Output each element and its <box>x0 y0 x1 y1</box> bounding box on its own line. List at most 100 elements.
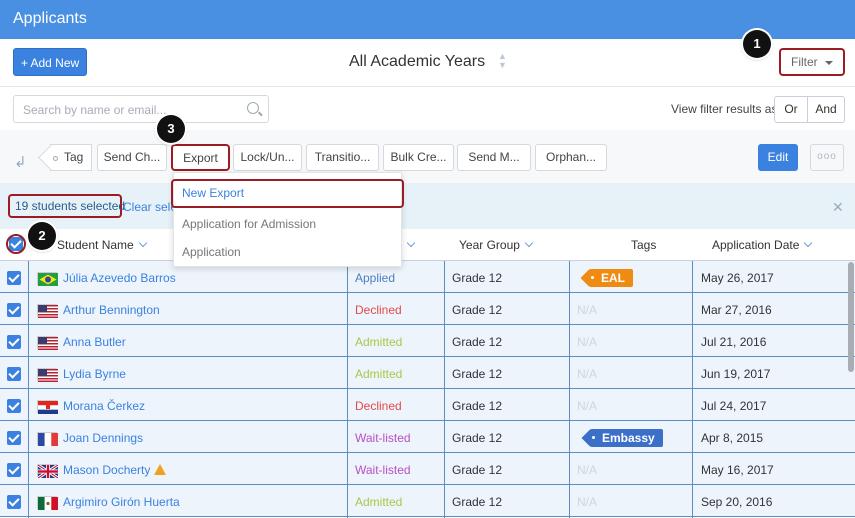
close-icon[interactable]: ✕ <box>832 199 844 216</box>
student-name-link[interactable]: Joan Dennings <box>63 431 143 445</box>
mexico-flag-icon <box>37 496 58 510</box>
application-date-cell: Jul 24, 2017 <box>701 399 767 413</box>
tag-badge-label: EAL <box>601 271 625 285</box>
top-bar: Applicants <box>0 0 855 39</box>
status-cell: Declined <box>355 399 402 413</box>
status-cell: Admitted <box>355 495 403 509</box>
search-placeholder: Search by name or email... <box>23 103 167 117</box>
student-name: Lydia Byrne <box>63 367 126 381</box>
menu-item-new-export[interactable]: New Export <box>171 179 404 208</box>
row-checkbox[interactable] <box>7 271 21 285</box>
selected-count: 19 students selected <box>8 194 125 218</box>
student-name-link[interactable]: Arthur Bennington <box>63 303 160 317</box>
search-input[interactable]: Search by name or email... <box>13 95 269 123</box>
application-date-header-label: Application Date <box>712 238 800 252</box>
tag-hole-icon <box>53 156 58 161</box>
send-message-button[interactable]: Send M... <box>457 144 531 171</box>
year-group-cell: Grade 12 <box>452 463 503 477</box>
column-divider <box>569 261 570 518</box>
filter-label: Filter <box>791 55 818 69</box>
tag-hole-icon <box>592 436 595 439</box>
callout-1: 1 <box>743 30 771 58</box>
status-cell: Wait-listed <box>355 431 411 445</box>
france-flag-icon <box>37 432 58 446</box>
application-date-cell: Mar 27, 2016 <box>701 303 772 317</box>
menu-item-application-for-admission[interactable]: Application for Admission <box>182 217 316 231</box>
student-name-link[interactable]: Anna Butler <box>63 335 126 349</box>
orphan-button[interactable]: Orphan... <box>535 144 607 171</box>
tag-hole-icon <box>591 276 594 279</box>
search-icon <box>247 102 259 114</box>
row-checkbox[interactable] <box>7 303 21 317</box>
page-title: Applicants <box>13 10 87 27</box>
status-cell: Admitted <box>355 335 403 349</box>
send-checklist-button[interactable]: Send Ch... <box>97 144 167 171</box>
more-options-icon[interactable]: ooo <box>810 144 844 171</box>
row-checkbox[interactable] <box>7 463 21 477</box>
tag-empty: N/A <box>577 463 598 477</box>
student-name-link[interactable]: Júlia Azevedo Barros <box>63 271 176 285</box>
application-date-cell: Jul 21, 2016 <box>701 335 767 349</box>
student-name-header-label: Student Name <box>57 238 134 252</box>
usa-flag-icon <box>37 336 58 350</box>
column-header-student-name[interactable]: Student Name <box>57 238 147 252</box>
row-checkbox[interactable] <box>7 335 21 349</box>
transition-button[interactable]: Transitio... <box>306 144 379 171</box>
student-name: Júlia Azevedo Barros <box>63 271 176 285</box>
student-name-link[interactable]: Morana Čerkez <box>63 399 145 413</box>
caret-down-icon <box>825 61 833 65</box>
menu-item-application[interactable]: Application <box>182 245 241 259</box>
chevron-down-icon <box>524 238 534 248</box>
status-cell: Admitted <box>355 367 403 381</box>
chevron-down-icon <box>406 238 416 248</box>
and-toggle[interactable]: And <box>807 96 845 123</box>
application-date-cell: May 16, 2017 <box>701 463 774 477</box>
year-group-cell: Grade 12 <box>452 271 503 285</box>
lock-unlock-button[interactable]: Lock/Un... <box>233 144 302 171</box>
student-name-link[interactable]: Argimiro Girón Huerta <box>63 495 180 509</box>
filter-button[interactable]: Filter <box>779 48 845 76</box>
application-date-cell: Jun 19, 2017 <box>701 367 771 381</box>
academic-years-selector[interactable]: All Academic Years <box>349 53 485 71</box>
up-down-arrows-icon[interactable]: ▲ ▼ <box>498 52 507 70</box>
add-new-button[interactable]: + Add New <box>13 48 87 76</box>
callout-3: 3 <box>157 115 185 143</box>
student-name-link[interactable]: Mason Docherty <box>63 463 167 477</box>
row-checkbox[interactable] <box>7 367 21 381</box>
row-checkbox[interactable] <box>7 495 21 509</box>
export-button[interactable]: Export <box>171 144 230 171</box>
tag-badge-label: Embassy <box>602 431 655 445</box>
student-name: Argimiro Girón Huerta <box>63 495 180 509</box>
application-date-cell: Apr 8, 2015 <box>701 431 764 445</box>
column-header-tags: Tags <box>631 238 657 252</box>
column-header-application-date[interactable]: Application Date <box>712 238 813 252</box>
view-filter-label: View filter results as: <box>671 102 781 116</box>
return-arrow-icon: ↲ <box>14 154 27 171</box>
edit-button[interactable]: Edit <box>758 144 798 171</box>
year-group-cell: Grade 12 <box>452 431 503 445</box>
status-cell: Declined <box>355 303 402 317</box>
tag-badge[interactable]: EAL <box>589 269 633 287</box>
student-name: Arthur Bennington <box>63 303 160 317</box>
year-group-cell: Grade 12 <box>452 495 503 509</box>
or-toggle[interactable]: Or <box>774 96 808 123</box>
status-cell: Wait-listed <box>355 463 411 477</box>
tag-empty: N/A <box>577 399 598 413</box>
warning-icon <box>154 464 167 475</box>
bulk-create-button[interactable]: Bulk Cre... <box>383 144 454 171</box>
student-name-link[interactable]: Lydia Byrne <box>63 367 126 381</box>
select-all-highlight <box>6 234 26 254</box>
usa-flag-icon <box>37 368 58 382</box>
row-checkbox[interactable] <box>7 399 21 413</box>
tag-badge[interactable]: Embassy <box>590 429 663 447</box>
column-divider <box>347 261 348 518</box>
status-sort-chevron[interactable] <box>402 238 416 252</box>
year-group-cell: Grade 12 <box>452 399 503 413</box>
column-header-year-group[interactable]: Year Group <box>459 238 534 252</box>
tag-empty: N/A <box>577 495 598 509</box>
scrollbar[interactable] <box>848 262 854 372</box>
year-group-cell: Grade 12 <box>452 335 503 349</box>
tag-button[interactable]: Tag <box>50 144 92 171</box>
row-checkbox[interactable] <box>7 431 21 445</box>
callout-2: 2 <box>28 222 56 250</box>
